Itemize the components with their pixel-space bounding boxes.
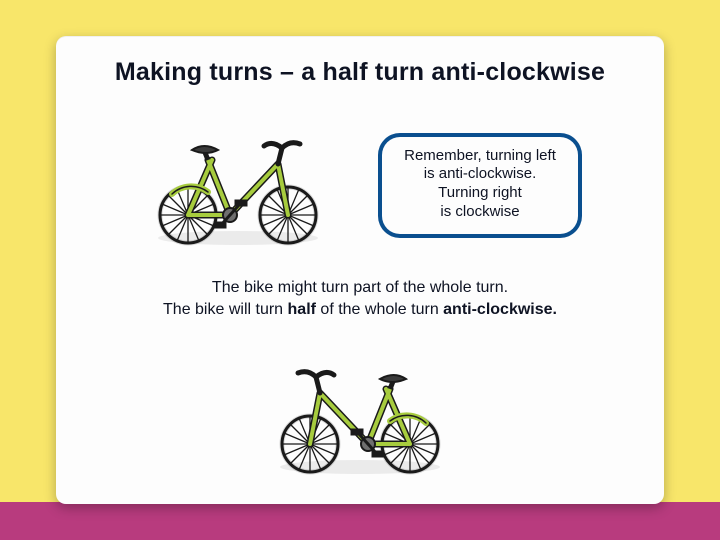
reminder-callout-text: Remember, turning left is anti-clockwise… [382,137,578,234]
footer-stripe [0,502,720,540]
callout-line: Turning right [404,184,556,203]
bottom-row [84,344,636,484]
body-text-span: The bike will turn [163,301,288,318]
callout-line: is anti-clockwise. [404,165,556,184]
slide-title: Making turns – a half turn anti-clockwis… [84,58,636,87]
top-row: Remember, turning left is anti-clockwise… [84,115,636,255]
body-text-bold: half [288,301,316,318]
callout-line: is clockwise [404,203,556,222]
callout-line: Remember, turning left [404,147,556,166]
body-text: The bike might turn part of the whole tu… [84,277,636,322]
bike-icon [260,349,460,479]
reminder-callout: Remember, turning left is anti-clockwise… [378,133,582,238]
slide-card: Making turns – a half turn anti-clockwis… [56,36,664,504]
body-text-span: of the whole turn [316,301,443,318]
body-line-1: The bike might turn part of the whole tu… [84,277,636,299]
bike-bottom-container [260,349,460,479]
bike-top-container [138,120,338,250]
bike-icon [138,120,338,250]
body-text-bold: anti-clockwise. [443,301,557,318]
body-line-2: The bike will turn half of the whole tur… [84,299,636,321]
